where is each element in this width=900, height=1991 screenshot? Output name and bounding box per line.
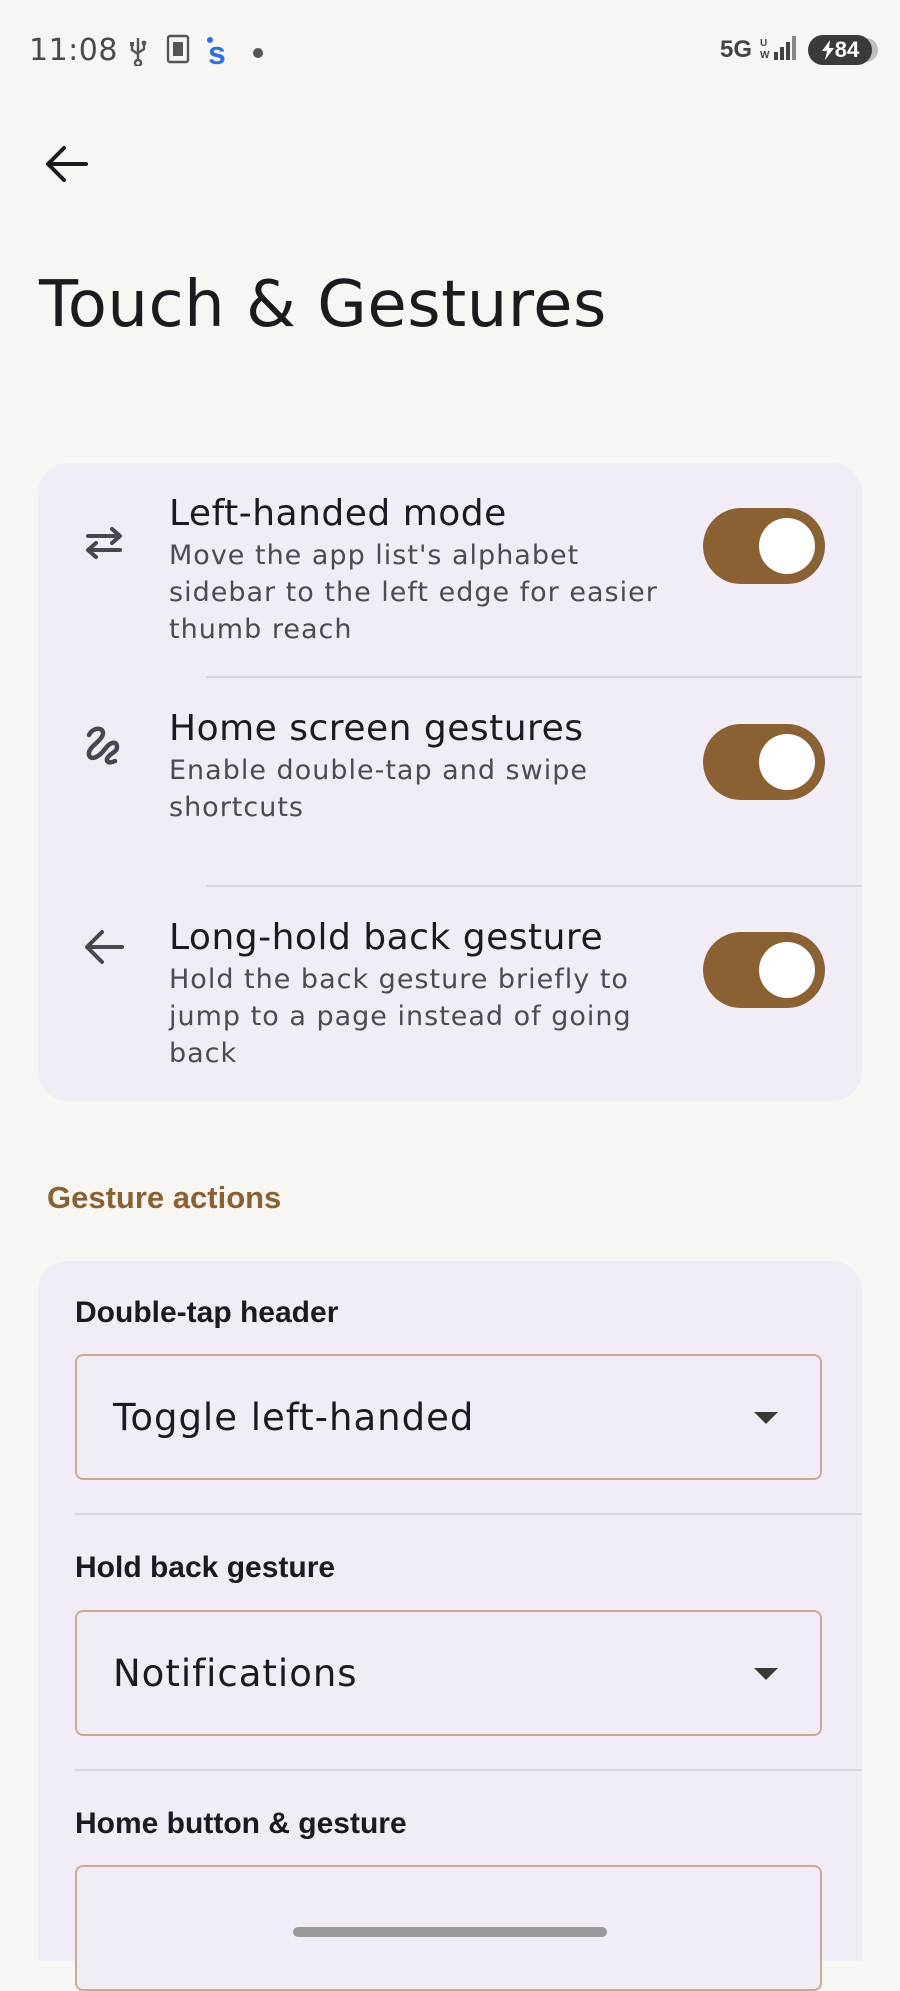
home-screen-gestures-toggle[interactable] [703, 724, 825, 800]
field-label: Hold back gesture [75, 1551, 336, 1584]
toggle-title: Home screen gestures [169, 708, 584, 749]
notification-dot-icon [252, 44, 264, 63]
hold-back-gesture-select[interactable]: Notifications [75, 1610, 822, 1736]
select-value: Toggle left-handed [113, 1396, 475, 1439]
divider [75, 1769, 862, 1771]
toggles-card: Left-handed mode Move the app list's alp… [38, 463, 862, 1101]
dropdown-arrow-icon [754, 1412, 778, 1424]
field-label: Double-tap header [75, 1296, 339, 1329]
divider [75, 1513, 862, 1515]
home-screen-gestures-row[interactable]: Home screen gestures Enable double-tap a… [38, 678, 862, 886]
section-header-gesture-actions: Gesture actions [47, 1180, 282, 1215]
arrow-back-icon [76, 919, 132, 975]
svg-text:W: W [760, 50, 770, 61]
battery-level: 84 [834, 37, 860, 62]
battery-indicator: 84 [808, 35, 878, 65]
signal-icon: UW [760, 34, 800, 66]
toggle-subtitle: Move the app list's alphabet sidebar to … [169, 540, 658, 645]
gesture-navigation-handle[interactable] [293, 1927, 607, 1937]
left-handed-mode-toggle[interactable] [703, 508, 825, 584]
status-bar: 11:08 s 5G UW 84 [0, 0, 900, 100]
toggle-title: Left-handed mode [169, 493, 507, 534]
long-hold-back-gesture-toggle[interactable] [703, 932, 825, 1008]
select-value: Notifications [113, 1652, 358, 1695]
toggle-subtitle: Hold the back gesture briefly to jump to… [169, 964, 632, 1069]
dropdown-arrow-icon [754, 1668, 778, 1680]
app-s-icon: s [204, 34, 234, 72]
usb-icon [126, 34, 150, 70]
field-label: Home button & gesture [75, 1807, 407, 1840]
left-handed-mode-row[interactable]: Left-handed mode Move the app list's alp… [38, 463, 862, 678]
double-tap-header-select[interactable]: Toggle left-handed [75, 1354, 822, 1480]
sim-card-icon [166, 34, 190, 68]
status-time: 11:08 [29, 33, 118, 68]
gesture-actions-card: Double-tap header Toggle left-handed Hol… [38, 1261, 862, 1991]
network-type: 5G [719, 36, 752, 63]
arrow-back-icon [46, 146, 88, 182]
charging-bolt-icon [821, 40, 834, 60]
gesture-icon [76, 716, 132, 772]
toggle-title: Long-hold back gesture [169, 917, 604, 958]
toggle-subtitle: Enable double-tap and swipe shortcuts [169, 755, 588, 823]
swap-arrows-icon [76, 515, 132, 571]
page-title: Touch & Gestures [39, 268, 607, 342]
svg-text:U: U [760, 38, 767, 49]
back-button[interactable] [38, 136, 94, 192]
long-hold-back-gesture-row[interactable]: Long-hold back gesture Hold the back ges… [38, 887, 862, 1101]
